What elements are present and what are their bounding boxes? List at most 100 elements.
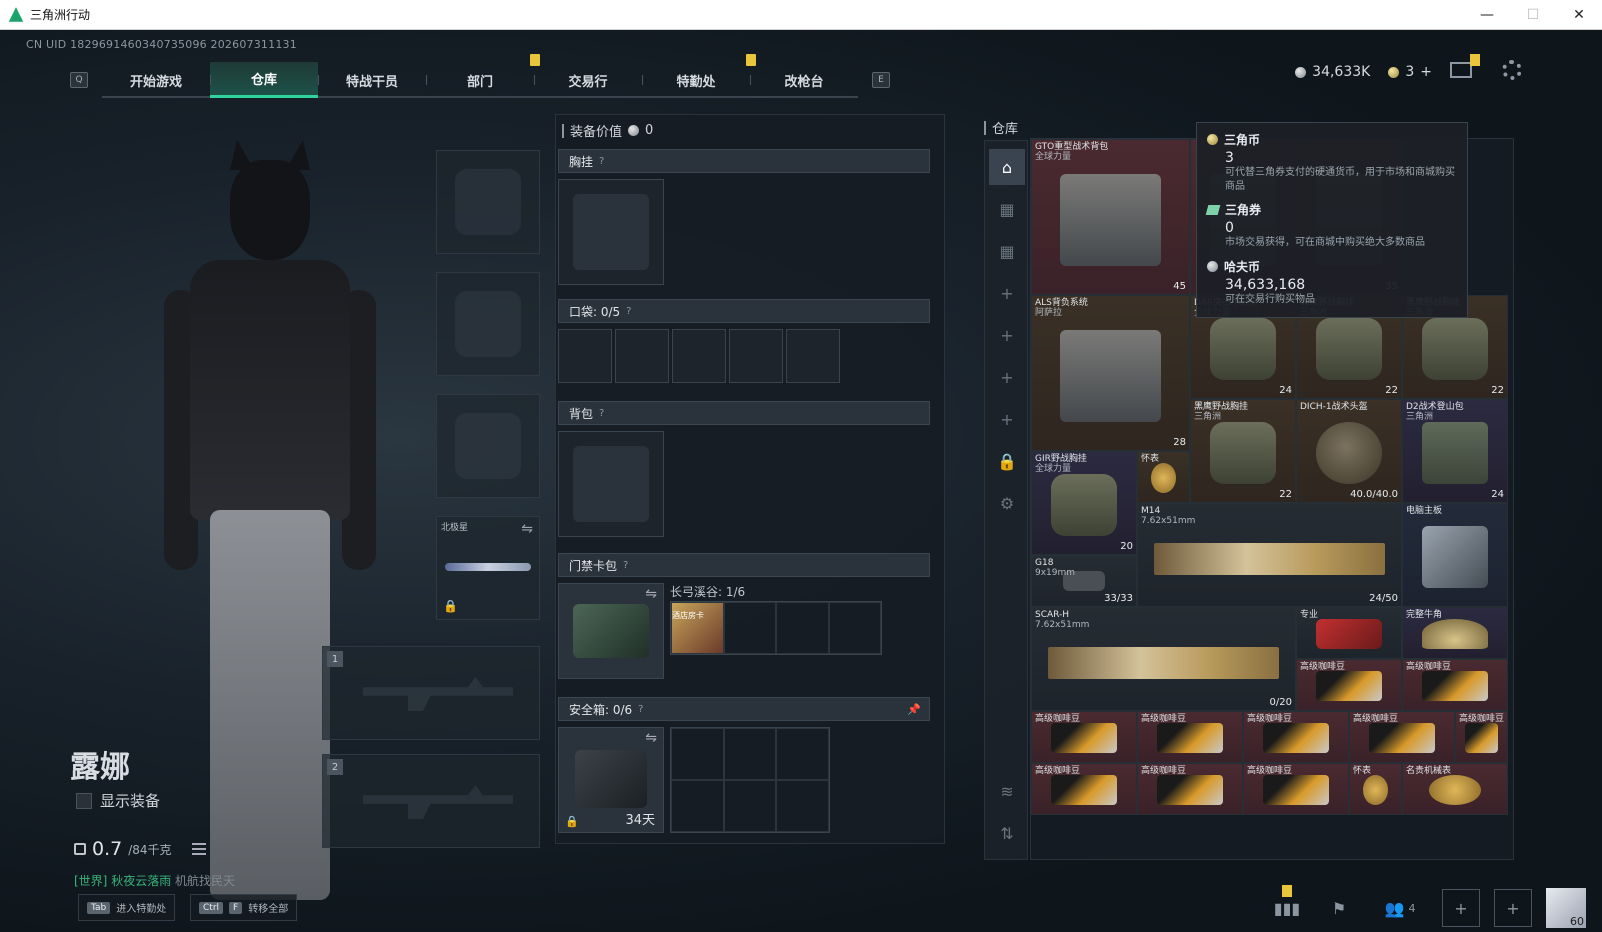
storage-item[interactable]: G18 9x19mm 33/33: [1031, 555, 1137, 607]
grid-cell[interactable]: [776, 780, 829, 832]
storage-item[interactable]: 高级咖啡豆: [1349, 711, 1455, 763]
maximize-button[interactable]: ☐: [1510, 0, 1556, 30]
hotel-keycard-item[interactable]: 酒店房卡: [671, 602, 724, 654]
minimize-button[interactable]: —: [1464, 0, 1510, 30]
swap-icon[interactable]: ⇋: [645, 586, 657, 602]
currency-display[interactable]: 34,633K 3 +: [1295, 64, 1432, 80]
storage-item[interactable]: 电脑主板: [1402, 503, 1508, 607]
help-icon[interactable]: ?: [623, 560, 628, 571]
tab-gunsmith[interactable]: 改枪台: [750, 62, 858, 98]
storage-item[interactable]: GIR野战胸挂 全球力量 20: [1031, 451, 1137, 555]
storage-item[interactable]: GTO重型战术背包 全球力量 45: [1031, 139, 1190, 295]
sort-icon[interactable]: ⇅: [989, 815, 1025, 851]
help-icon[interactable]: ?: [599, 408, 604, 419]
pocket-slot[interactable]: [672, 329, 726, 383]
add-tab-icon[interactable]: +: [989, 275, 1025, 311]
pin-icon[interactable]: 📌: [907, 703, 921, 716]
player-avatar[interactable]: 60: [1546, 888, 1586, 928]
keycard-grid[interactable]: 酒店房卡: [670, 601, 882, 655]
storage-item[interactable]: 高级咖啡豆: [1031, 763, 1137, 815]
add-currency-button[interactable]: +: [1420, 64, 1432, 80]
grid-cell[interactable]: [671, 728, 724, 780]
pistol-slot[interactable]: [436, 394, 540, 498]
keycard-case-slot[interactable]: ⇋: [558, 583, 664, 679]
storage-item[interactable]: 专业: [1296, 607, 1402, 659]
lock-icon[interactable]: 🔒: [989, 443, 1025, 479]
help-icon[interactable]: ?: [638, 704, 643, 715]
settings-gear-icon[interactable]: ⚙: [989, 485, 1025, 521]
storage-item[interactable]: 高级咖啡豆: [1455, 711, 1508, 763]
storage-item[interactable]: 怀表: [1137, 451, 1190, 503]
storage-item[interactable]: 怀表: [1349, 763, 1402, 815]
safe-box-grid[interactable]: [670, 727, 830, 833]
primary-weapon-slot-2[interactable]: 2: [322, 754, 540, 848]
storage-tab-main[interactable]: ⌂: [989, 149, 1025, 185]
grid-cell[interactable]: [828, 602, 881, 654]
tab-department[interactable]: 部门: [426, 54, 540, 98]
add-tab-icon[interactable]: +: [989, 317, 1025, 353]
storage-tab-2[interactable]: ▦: [989, 191, 1025, 227]
stats-icon[interactable]: ▮▮▮: [1268, 885, 1306, 927]
pocket-slot[interactable]: [729, 329, 783, 383]
enter-special-ops-hint[interactable]: Tab 进入特勤处: [78, 894, 176, 921]
settings-gear-icon[interactable]: [1502, 60, 1522, 80]
storage-item[interactable]: 完整牛角: [1402, 607, 1508, 659]
storage-tab-3[interactable]: ▦: [989, 233, 1025, 269]
pocket-slot[interactable]: [615, 329, 669, 383]
backpack-slot[interactable]: [558, 431, 664, 537]
add-teammate-button[interactable]: +: [1494, 889, 1532, 927]
list-icon[interactable]: [191, 843, 206, 855]
help-icon[interactable]: ?: [599, 156, 604, 167]
helmet-slot[interactable]: [436, 150, 540, 254]
melee-slot[interactable]: 北极星 ⇋ 🔒: [436, 516, 540, 620]
swap-icon[interactable]: ⇋: [645, 730, 657, 746]
grid-cell[interactable]: [776, 728, 829, 780]
storage-item[interactable]: SCAR-H 7.62x51mm 0/20: [1031, 607, 1296, 711]
grid-cell[interactable]: [723, 728, 777, 780]
grid-cell[interactable]: [723, 780, 777, 832]
grid-cell[interactable]: [671, 780, 724, 832]
storage-item[interactable]: ALS背负系统 阿萨拉 28: [1031, 295, 1190, 451]
nav-next-key[interactable]: E: [872, 72, 890, 88]
tab-start-game[interactable]: 开始游戏: [102, 62, 210, 98]
layers-icon[interactable]: ≋: [989, 773, 1025, 809]
transfer-all-hint[interactable]: Ctrl F 转移全部: [190, 894, 298, 921]
storage-item[interactable]: 高级咖啡豆: [1137, 763, 1243, 815]
tab-special-ops[interactable]: 特勤处: [642, 54, 756, 98]
grid-cell[interactable]: [723, 602, 776, 654]
pocket-slot[interactable]: [558, 329, 612, 383]
mail-icon[interactable]: [1450, 54, 1480, 78]
add-tab-icon[interactable]: +: [989, 401, 1025, 437]
show-gear-checkbox[interactable]: [76, 792, 92, 809]
nav-prev-key[interactable]: Q: [70, 72, 88, 88]
add-teammate-button[interactable]: +: [1442, 889, 1480, 927]
storage-item[interactable]: 高级咖啡豆: [1137, 711, 1243, 763]
help-icon[interactable]: ?: [626, 306, 631, 317]
tab-market[interactable]: 交易行: [534, 62, 642, 98]
show-gear-toggle[interactable]: 显示装备: [76, 790, 160, 811]
pocket-slot[interactable]: [786, 329, 840, 383]
storage-item[interactable]: M14 7.62x51mm 24/50: [1137, 503, 1402, 607]
flag-icon[interactable]: ⚑: [1320, 889, 1358, 927]
storage-item[interactable]: 高级咖啡豆: [1243, 763, 1349, 815]
chat-line[interactable]: [世界] 秋夜云落雨 机航找民天: [74, 872, 235, 889]
grid-cell[interactable]: [776, 602, 829, 654]
storage-item[interactable]: DICH-1战术头盔 40.0/40.0: [1296, 399, 1402, 503]
safe-box-slot[interactable]: ⇋ 🔒 34天: [558, 727, 664, 833]
storage-item[interactable]: 高级咖啡豆: [1243, 711, 1349, 763]
storage-item[interactable]: 高级咖啡豆: [1296, 659, 1402, 711]
storage-item[interactable]: 高级咖啡豆: [1031, 711, 1137, 763]
storage-item[interactable]: D2战术登山包 三角洲 24: [1402, 399, 1508, 503]
storage-item[interactable]: 名贵机械表: [1402, 763, 1508, 815]
tab-warehouse[interactable]: 仓库: [210, 62, 318, 98]
storage-item[interactable]: 黑鹰野战胸挂三角洲 22: [1190, 399, 1296, 503]
close-button[interactable]: ✕: [1556, 0, 1602, 30]
friends-button[interactable]: 👥 4: [1372, 889, 1428, 927]
add-tab-icon[interactable]: +: [989, 359, 1025, 395]
swap-icon[interactable]: ⇋: [521, 521, 533, 537]
chest-rig-slot[interactable]: [558, 179, 664, 285]
primary-weapon-slot-1[interactable]: 1: [322, 646, 540, 740]
tab-operators[interactable]: 特战干员: [318, 62, 426, 98]
armor-slot[interactable]: [436, 272, 540, 376]
storage-item[interactable]: 高级咖啡豆: [1402, 659, 1508, 711]
